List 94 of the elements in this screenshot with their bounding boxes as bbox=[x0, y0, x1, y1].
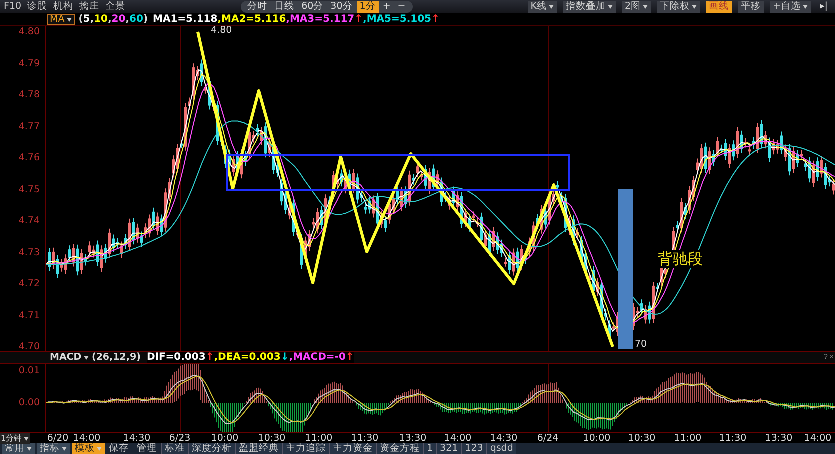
ma-parameter: 10 bbox=[94, 14, 108, 25]
time-axis-label: 10:00 bbox=[583, 433, 611, 444]
menu-tab[interactable]: 指标 bbox=[37, 443, 70, 454]
template-tab[interactable]: 主力资金 bbox=[329, 443, 376, 454]
divergence-annotation: 背驰段 bbox=[658, 250, 703, 268]
dropdown-caret-icon bbox=[549, 4, 554, 9]
price-axis-label: 4.74 bbox=[18, 216, 40, 227]
toolbar-button[interactable]: K线 bbox=[528, 0, 557, 13]
period-tab[interactable]: 30分 bbox=[328, 0, 356, 13]
ma-parameter: 20 bbox=[112, 14, 126, 25]
time-axis-label: 10:00 bbox=[211, 433, 239, 444]
low-price-label: 70 bbox=[635, 339, 648, 350]
template-tab[interactable]: 主力追踪 bbox=[282, 443, 329, 454]
menu-link[interactable]: 擒庄 bbox=[80, 0, 100, 14]
time-axis-label: 14:00 bbox=[444, 433, 472, 444]
time-axis-label: 11:00 bbox=[674, 433, 702, 444]
period-tab[interactable]: 60分 bbox=[298, 0, 327, 13]
time-axis-label: 6/20 bbox=[47, 433, 69, 444]
price-axis-label: 4.73 bbox=[18, 247, 40, 258]
period-tab[interactable]: 分时 bbox=[244, 0, 271, 13]
dropdown-caret-icon bbox=[692, 4, 698, 9]
price-axis-label: 4.79 bbox=[18, 58, 40, 70]
zoom-button[interactable]: − bbox=[394, 0, 409, 13]
template-tab[interactable]: 321 bbox=[436, 443, 462, 454]
time-axis-label: 14:00 bbox=[73, 433, 101, 444]
template-tab[interactable]: 深度分析 bbox=[188, 443, 235, 454]
menu-link[interactable]: 全景 bbox=[106, 0, 126, 14]
time-axis-label: 11:30 bbox=[351, 433, 379, 444]
price-axis-label: 4.77 bbox=[18, 121, 40, 132]
period-dropdown[interactable]: 1分钟 bbox=[0, 433, 30, 444]
grid-line bbox=[548, 364, 550, 432]
period-tab[interactable]: 日线 bbox=[272, 0, 298, 13]
time-axis-label: 10:30 bbox=[628, 433, 656, 444]
toolbar-button[interactable]: 指数叠加 bbox=[563, 0, 616, 13]
price-axis-label: 4.72 bbox=[18, 278, 40, 290]
macd-axis-label: 0.00 bbox=[18, 398, 40, 409]
action-button[interactable]: 管理 bbox=[133, 443, 161, 454]
time-axis-label: 13:30 bbox=[765, 433, 793, 444]
action-button[interactable]: 保存 bbox=[105, 443, 133, 454]
toolbar-button[interactable]: +自选 bbox=[770, 0, 812, 13]
menu-link[interactable]: 诊股 bbox=[28, 0, 48, 14]
dropdown-caret-icon bbox=[97, 446, 102, 451]
end-button[interactable]: ▸| bbox=[817, 0, 831, 13]
menu-link[interactable]: F10 bbox=[4, 1, 22, 12]
template-tab[interactable]: qsdd bbox=[486, 443, 516, 454]
price-axis-label: 4.75 bbox=[18, 184, 40, 196]
time-axis-label: 14:00 bbox=[804, 433, 832, 444]
time-axis-label: 11:30 bbox=[719, 433, 747, 444]
indicator-dropdown[interactable]: MA bbox=[47, 14, 75, 25]
template-tab[interactable]: 123 bbox=[461, 443, 486, 454]
ma-parameter: 5 bbox=[83, 14, 90, 25]
dropdown-caret-icon bbox=[643, 4, 648, 9]
price-axis-label: 4.70 bbox=[18, 342, 40, 353]
time-axis-label: 14:30 bbox=[490, 433, 518, 444]
time-axis-label: 13:30 bbox=[399, 433, 427, 444]
price-axis-label: 4.78 bbox=[18, 90, 40, 101]
dropdown-caret-icon bbox=[803, 4, 808, 9]
dropdown-caret-icon bbox=[608, 4, 613, 9]
dropdown-caret-icon bbox=[62, 446, 67, 451]
macd-value: ,MACD=-0 bbox=[289, 352, 346, 364]
ma-parameter: 60 bbox=[130, 14, 144, 25]
time-axis-label: 11:00 bbox=[305, 433, 333, 444]
ma-value: ,MA2=5.116 bbox=[218, 14, 286, 25]
ma-parameter: ( bbox=[78, 14, 84, 25]
zoom-button[interactable]: + bbox=[380, 0, 394, 13]
period-tab[interactable]: 1分 bbox=[356, 0, 379, 13]
time-axis-label: 6/23 bbox=[169, 433, 191, 444]
macd-axis-label: 0.01 bbox=[18, 366, 40, 377]
macd-value: DIF=0.003 bbox=[146, 352, 206, 364]
ma-value: ,MA5=5.105 bbox=[363, 14, 432, 25]
ma-value: MA1=5.118 bbox=[153, 14, 218, 25]
time-axis-label: 10:30 bbox=[258, 433, 286, 444]
template-tab[interactable]: 1 bbox=[423, 443, 436, 454]
time-axis-label: 14:30 bbox=[123, 433, 151, 444]
dropdown-caret-icon bbox=[27, 446, 32, 451]
high-price-label: 4.80 bbox=[211, 26, 232, 36]
toolbar-button[interactable]: 平移 bbox=[738, 0, 764, 13]
dropdown-caret-icon bbox=[84, 356, 89, 360]
time-axis-label: 6/24 bbox=[537, 433, 559, 444]
ma-value: ,MA3=5.117 bbox=[286, 14, 355, 25]
ma-parameter: ) bbox=[143, 14, 148, 25]
menu-link[interactable]: 机构 bbox=[54, 0, 74, 14]
price-axis-label: 4.71 bbox=[18, 310, 40, 322]
macd-value: ,DEA=0.003 bbox=[214, 352, 281, 364]
toolbar-button[interactable]: 下除权 bbox=[657, 0, 700, 13]
template-tab[interactable]: 盈盟经典 bbox=[235, 443, 282, 454]
macd-indicator-name[interactable]: MACD (26,12,9) bbox=[50, 352, 141, 364]
price-axis-label: 4.80 bbox=[18, 26, 40, 38]
toolbar-button[interactable]: 2图 bbox=[622, 0, 652, 13]
template-tab[interactable]: 标准 bbox=[161, 443, 188, 454]
template-tab[interactable]: 资金方程 bbox=[376, 443, 423, 454]
price-axis-label: 4.76 bbox=[18, 152, 40, 164]
dropdown-caret-icon bbox=[66, 18, 72, 22]
menu-tab[interactable]: 模板 bbox=[72, 443, 105, 454]
